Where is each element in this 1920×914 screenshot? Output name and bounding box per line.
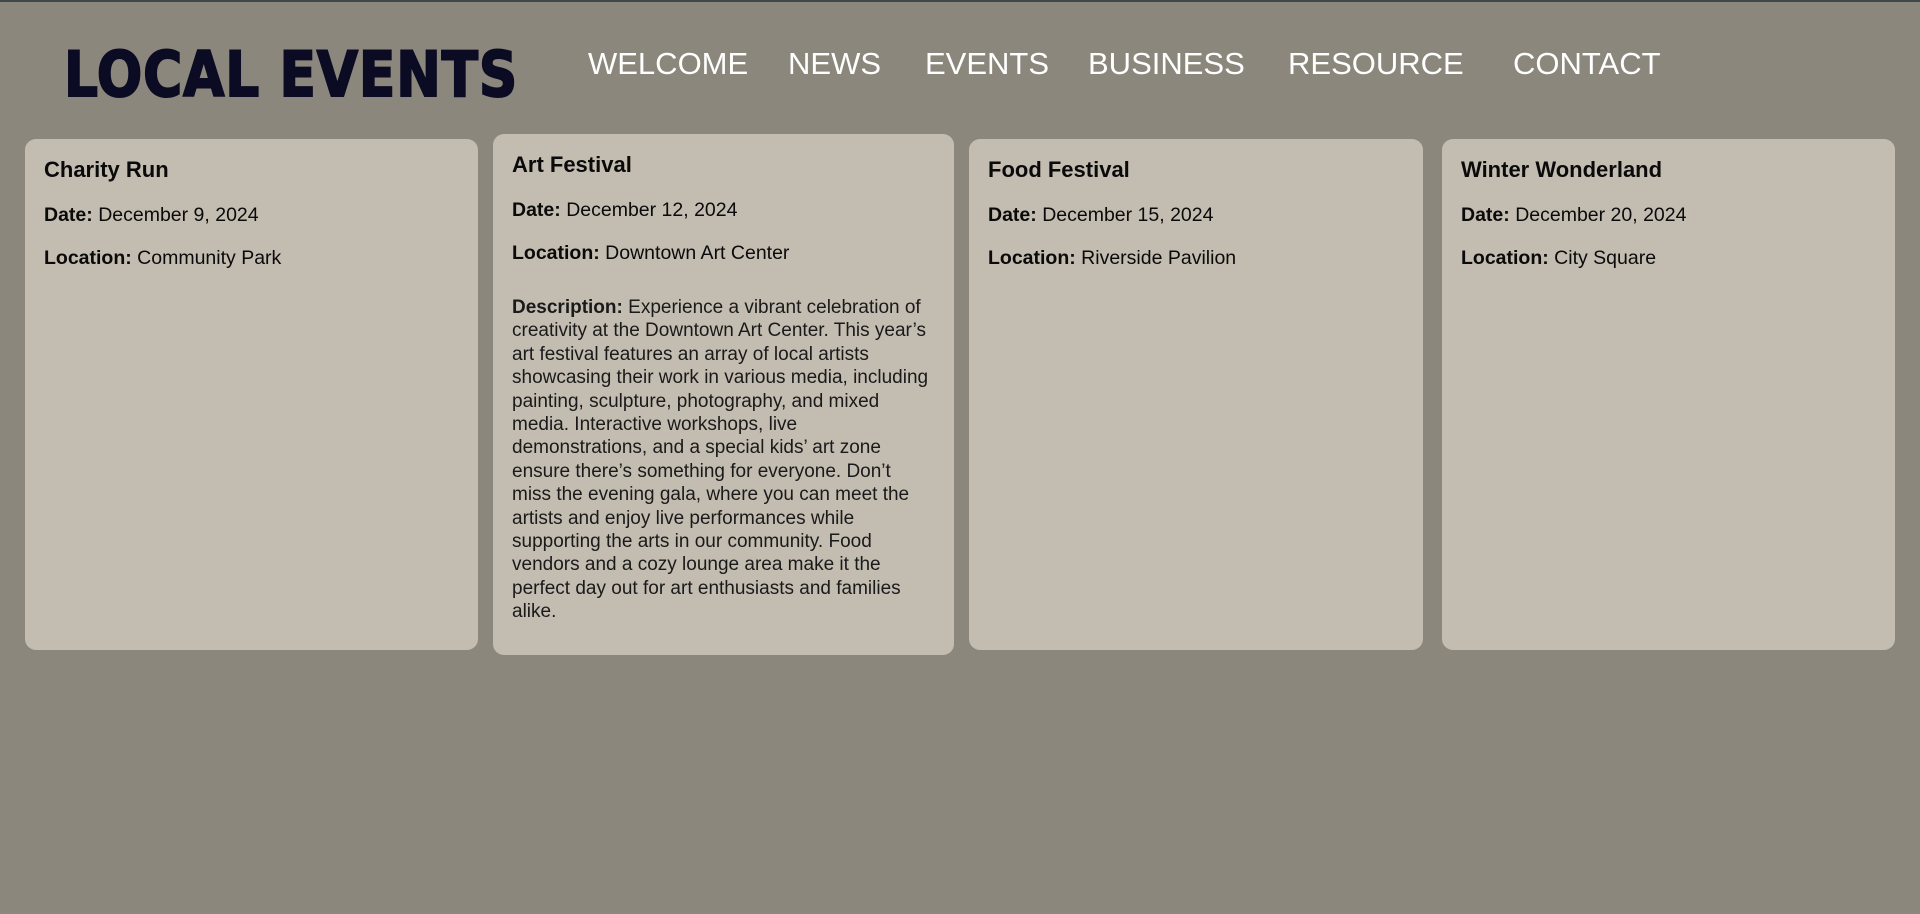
event-location-value: Riverside Pavilion [1081,247,1237,269]
nav-resource[interactable]: RESOURCE [1288,46,1464,82]
event-description: Description: Experience a vibrant celebr… [512,296,935,624]
event-location-value: Downtown Art Center [605,242,790,264]
location-label: Location: [988,247,1076,269]
event-location: Location: City Square [1461,246,1876,270]
event-location: Location: Riverside Pavilion [988,246,1404,270]
nav-welcome[interactable]: WELCOME [588,46,748,82]
nav-events[interactable]: EVENTS [925,46,1049,82]
event-card-charity-run[interactable]: Charity Run Date: December 9, 2024 Locat… [25,139,478,650]
event-card-art-festival[interactable]: Art Festival Date: December 12, 2024 Loc… [493,134,954,655]
date-label: Date: [988,204,1037,226]
event-card-food-festival[interactable]: Food Festival Date: December 15, 2024 Lo… [969,139,1423,650]
event-title: Charity Run [44,157,169,182]
date-label: Date: [44,204,93,226]
event-location: Location: Community Park [44,246,459,270]
date-label: Date: [512,199,561,221]
main-nav: WELCOME NEWS EVENTS BUSINESS RESOURCE CO… [0,46,1920,86]
nav-business[interactable]: BUSINESS [1088,46,1245,82]
event-date-value: December 12, 2024 [566,199,738,221]
event-date: Date: December 15, 2024 [988,203,1404,227]
nav-contact[interactable]: CONTACT [1513,46,1661,82]
location-label: Location: [44,247,132,269]
event-date-value: December 15, 2024 [1042,204,1214,226]
event-date-value: December 20, 2024 [1515,204,1687,226]
event-title: Winter Wonderland [1461,157,1663,182]
event-card-winter-wonderland[interactable]: Winter Wonderland Date: December 20, 202… [1442,139,1895,650]
event-description-value: Experience a vibrant celebration of crea… [512,297,929,623]
event-date: Date: December 20, 2024 [1461,203,1876,227]
event-location-value: City Square [1554,247,1657,269]
event-title: Art Festival [512,152,632,177]
event-title: Food Festival [988,157,1130,182]
description-label: Description: [512,297,623,318]
event-location: Location: Downtown Art Center [512,241,935,265]
nav-news[interactable]: NEWS [788,46,881,82]
location-label: Location: [512,242,600,264]
event-date: Date: December 9, 2024 [44,203,459,227]
event-date: Date: December 12, 2024 [512,198,935,222]
date-label: Date: [1461,204,1510,226]
location-label: Location: [1461,247,1549,269]
event-date-value: December 9, 2024 [98,204,259,226]
event-location-value: Community Park [137,247,282,269]
